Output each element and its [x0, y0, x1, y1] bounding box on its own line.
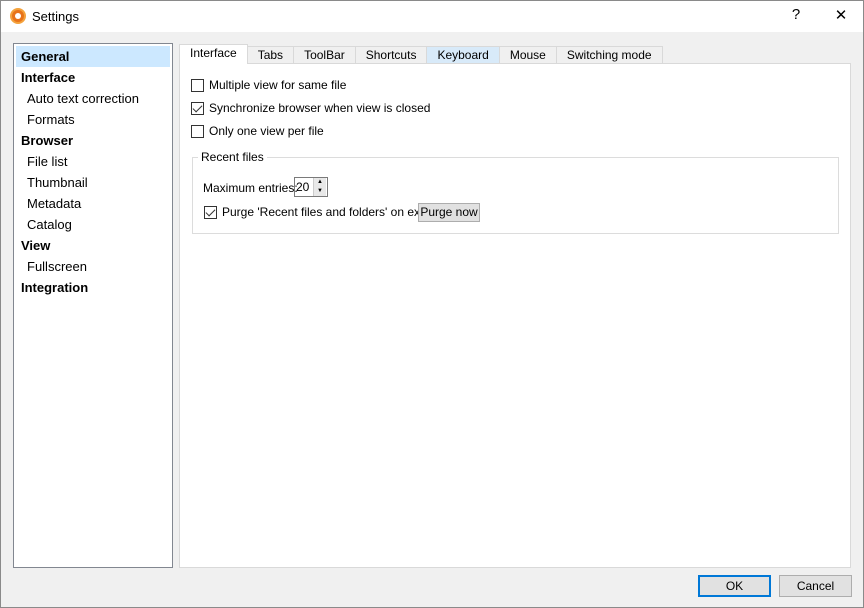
tab-switching-mode[interactable]: Switching mode: [556, 46, 663, 64]
sidebar-item-formats[interactable]: Formats: [16, 109, 170, 130]
spin-up-icon[interactable]: ▲: [314, 178, 326, 187]
title-bar: Settings ? ✕: [1, 1, 863, 32]
tab-toolbar[interactable]: ToolBar: [294, 46, 356, 64]
purge-on-exit-checkbox[interactable]: Purge 'Recent files and folders' on exit: [204, 205, 426, 219]
tab-mouse[interactable]: Mouse: [499, 46, 557, 64]
spin-down-icon[interactable]: ▼: [314, 187, 326, 196]
sidebar-item-general[interactable]: General: [16, 46, 170, 67]
sidebar-item-fullscreen[interactable]: Fullscreen: [16, 256, 170, 277]
close-button[interactable]: ✕: [826, 6, 856, 24]
checkbox-label: Multiple view for same file: [209, 78, 347, 92]
category-tree: General Interface Auto text correction F…: [13, 43, 173, 568]
tab-keyboard[interactable]: Keyboard: [427, 46, 500, 64]
group-title: Recent files: [198, 150, 267, 164]
one-view-checkbox[interactable]: Only one view per file: [191, 124, 324, 138]
tab-bar: Interface Tabs ToolBar Shortcuts Keyboar…: [179, 44, 663, 64]
sidebar-item-catalog[interactable]: Catalog: [16, 214, 170, 235]
tab-shortcuts[interactable]: Shortcuts: [355, 46, 428, 64]
sidebar-item-browser[interactable]: Browser: [16, 130, 170, 151]
help-button[interactable]: ?: [781, 6, 811, 23]
max-entries-label: Maximum entries:: [203, 181, 298, 195]
sidebar-item-auto-text-correction[interactable]: Auto text correction: [16, 88, 170, 109]
max-entries-spinner[interactable]: 20 ▲ ▼: [294, 177, 328, 197]
ok-button[interactable]: OK: [698, 575, 771, 597]
sidebar-item-view[interactable]: View: [16, 235, 170, 256]
window-title: Settings: [32, 9, 79, 24]
checkbox-label: Only one view per file: [209, 124, 324, 138]
sidebar-item-file-list[interactable]: File list: [16, 151, 170, 172]
cancel-button[interactable]: Cancel: [779, 575, 852, 597]
app-logo-icon: [10, 8, 26, 24]
sidebar-item-interface[interactable]: Interface: [16, 67, 170, 88]
max-entries-value[interactable]: 20: [295, 178, 313, 196]
tab-interface[interactable]: Interface: [179, 44, 248, 64]
checkbox-box[interactable]: [191, 78, 204, 92]
checkbox-box[interactable]: [204, 205, 217, 219]
sidebar-item-integration[interactable]: Integration: [16, 277, 170, 298]
recent-files-group: Recent files Maximum entries: 20 ▲ ▼ Purg…: [192, 150, 839, 234]
sync-browser-checkbox[interactable]: Synchronize browser when view is closed: [191, 101, 430, 115]
purge-now-button[interactable]: Purge now: [418, 203, 480, 222]
sidebar-item-metadata[interactable]: Metadata: [16, 193, 170, 214]
tab-tabs[interactable]: Tabs: [247, 46, 295, 64]
checkbox-label: Synchronize browser when view is closed: [209, 101, 431, 115]
checkbox-box[interactable]: [191, 101, 204, 115]
checkbox-label: Purge 'Recent files and folders' on exit: [222, 205, 427, 219]
sidebar-item-thumbnail[interactable]: Thumbnail: [16, 172, 170, 193]
checkbox-box[interactable]: [191, 124, 204, 138]
tab-content-interface: Multiple view for same file Synchronize …: [179, 63, 851, 568]
settings-dialog: Settings ? ✕ General Interface Auto text…: [0, 0, 864, 608]
multiple-view-checkbox[interactable]: Multiple view for same file: [191, 78, 346, 92]
